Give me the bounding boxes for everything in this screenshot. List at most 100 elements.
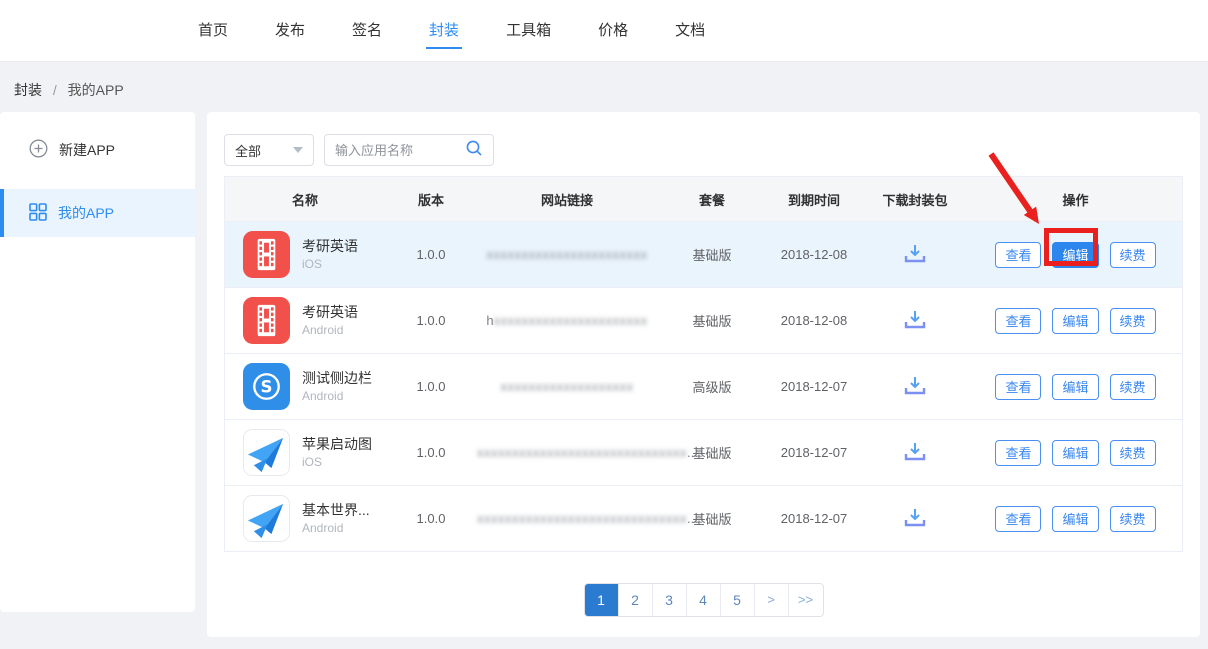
paper-plane-icon [243, 495, 290, 542]
table-row[interactable]: 考研英语 iOS 1.0.0 xxxxxxxxxxxxxxxxxxxxxxx 基… [225, 221, 1182, 287]
download-icon[interactable] [902, 374, 928, 399]
app-name-cell: 基本世界... Android [225, 495, 385, 542]
blurred-link: xxxxxxxxxxxxxxxxxxxxxxxxxxxxxx [477, 445, 687, 460]
download-icon[interactable] [902, 506, 928, 531]
table-row[interactable]: 苹果启动图 iOS 1.0.0 xxxxxxxxxxxxxxxxxxxxxxxx… [225, 419, 1182, 485]
col-plan: 套餐 [657, 190, 767, 209]
app-name-cell: 考研英语 Android [225, 297, 385, 344]
app-name: 测试侧边栏 [302, 368, 372, 388]
actions-cell: 查看 编辑 续费 [969, 308, 1182, 334]
col-link: 网站链接 [477, 190, 657, 209]
sidebar-item-label: 我的APP [58, 203, 114, 223]
app-platform: Android [302, 388, 372, 405]
nav-item-toolbox[interactable]: 工具箱 [506, 0, 551, 62]
search-input[interactable] [335, 143, 465, 158]
blurred-link: xxxxxxxxxxxxxxxxxxxxxx [494, 313, 648, 328]
paper-plane-icon [243, 429, 290, 476]
link-cell: xxxxxxxxxxxxxxxxxxxxxxxxxxxxxx... [477, 445, 657, 460]
table-row[interactable]: 基本世界... Android 1.0.0 xxxxxxxxxxxxxxxxxx… [225, 485, 1182, 551]
expires-cell: 2018-12-07 [767, 379, 861, 394]
app-name: 基本世界... [302, 500, 370, 520]
link-cell: xxxxxxxxxxxxxxxxxxx [477, 379, 657, 394]
renew-button[interactable]: 续费 [1110, 440, 1156, 466]
link-prefix: h [486, 313, 493, 328]
view-button[interactable]: 查看 [995, 242, 1041, 268]
version-cell: 1.0.0 [385, 247, 477, 262]
link-cell: hxxxxxxxxxxxxxxxxxxxxxx [477, 313, 657, 328]
search-icon[interactable] [465, 139, 483, 162]
sidebar: 新建APP 我的APP [0, 112, 195, 612]
expires-cell: 2018-12-07 [767, 511, 861, 526]
download-icon[interactable] [902, 308, 928, 333]
chevron-down-icon [293, 147, 303, 153]
last-page-icon[interactable]: >> [789, 584, 823, 616]
sidebar-item-my-app[interactable]: 我的APP [0, 189, 195, 237]
search-box [324, 134, 494, 166]
renew-button[interactable]: 续费 [1110, 374, 1156, 400]
page-2[interactable]: 2 [619, 584, 653, 616]
blurred-link: xxxxxxxxxxxxxxxxxxxxxxx [487, 247, 648, 262]
app-name-cell: 苹果启动图 iOS [225, 429, 385, 476]
page-3[interactable]: 3 [653, 584, 687, 616]
app-name: 考研英语 [302, 302, 358, 322]
breadcrumb: 封装 / 我的APP [14, 80, 124, 100]
breadcrumb-current: 我的APP [68, 82, 124, 98]
sidebar-item-label: 新建APP [59, 140, 115, 160]
download-icon[interactable] [902, 242, 928, 267]
page-4[interactable]: 4 [687, 584, 721, 616]
edit-button[interactable]: 编辑 [1052, 374, 1098, 400]
grid-icon [29, 203, 47, 224]
link-cell: xxxxxxxxxxxxxxxxxxxxxxx [477, 247, 657, 262]
edit-button[interactable]: 编辑 [1052, 308, 1098, 334]
category-select[interactable]: 全部 [224, 134, 314, 166]
app-platform: iOS [302, 454, 372, 471]
version-cell: 1.0.0 [385, 511, 477, 526]
renew-button[interactable]: 续费 [1110, 242, 1156, 268]
renew-button[interactable]: 续费 [1110, 506, 1156, 532]
view-button[interactable]: 查看 [995, 506, 1041, 532]
nav-item-publish[interactable]: 发布 [275, 0, 305, 62]
col-name: 名称 [225, 190, 385, 209]
actions-cell: 查看 编辑 续费 [969, 242, 1182, 268]
link-cell: xxxxxxxxxxxxxxxxxxxxxxxxxxxxxx... [477, 511, 657, 526]
app-name-cell: 考研英语 iOS [225, 231, 385, 278]
svg-text:S: S [261, 377, 273, 396]
breadcrumb-section[interactable]: 封装 [14, 82, 42, 98]
download-icon[interactable] [902, 440, 928, 465]
edit-button[interactable]: 编辑 [1052, 506, 1098, 532]
sidebar-item-new-app[interactable]: 新建APP [0, 126, 195, 174]
edit-button[interactable]: 编辑 [1052, 242, 1098, 268]
nav-item-package[interactable]: 封装 [429, 0, 459, 62]
expires-cell: 2018-12-07 [767, 445, 861, 460]
view-button[interactable]: 查看 [995, 308, 1041, 334]
nav-item-signature[interactable]: 签名 [352, 0, 382, 62]
table-row[interactable]: 考研英语 Android 1.0.0 hxxxxxxxxxxxxxxxxxxxx… [225, 287, 1182, 353]
table-row[interactable]: S 测试侧边栏 Android 1.0.0 xxxxxxxxxxxxxxxxxx… [225, 353, 1182, 419]
view-button[interactable]: 查看 [995, 440, 1041, 466]
breadcrumb-separator: / [53, 82, 57, 98]
filter-row: 全部 [224, 134, 1200, 166]
nav-item-docs[interactable]: 文档 [675, 0, 705, 62]
actions-cell: 查看 编辑 续费 [969, 506, 1182, 532]
s-logo-icon: S [243, 363, 290, 410]
app-name-cell: S 测试侧边栏 Android [225, 363, 385, 410]
renew-button[interactable]: 续费 [1110, 308, 1156, 334]
nav-item-price[interactable]: 价格 [598, 0, 628, 62]
expires-cell: 2018-12-08 [767, 313, 861, 328]
app-platform: iOS [302, 256, 358, 273]
page-1[interactable]: 1 [585, 584, 619, 616]
plus-circle-icon [29, 139, 48, 161]
version-cell: 1.0.0 [385, 379, 477, 394]
film-icon [243, 297, 290, 344]
col-expires: 到期时间 [767, 190, 861, 209]
actions-cell: 查看 编辑 续费 [969, 440, 1182, 466]
page-5[interactable]: 5 [721, 584, 755, 616]
app-platform: Android [302, 520, 370, 537]
nav-item-home[interactable]: 首页 [198, 0, 228, 62]
view-button[interactable]: 查看 [995, 374, 1041, 400]
next-page-icon[interactable]: > [755, 584, 789, 616]
edit-button[interactable]: 编辑 [1052, 440, 1098, 466]
table-header: 名称 版本 网站链接 套餐 到期时间 下载封装包 操作 [225, 177, 1182, 221]
blurred-link: xxxxxxxxxxxxxxxxxxx [501, 379, 634, 394]
blurred-link: xxxxxxxxxxxxxxxxxxxxxxxxxxxxxx [477, 511, 687, 526]
